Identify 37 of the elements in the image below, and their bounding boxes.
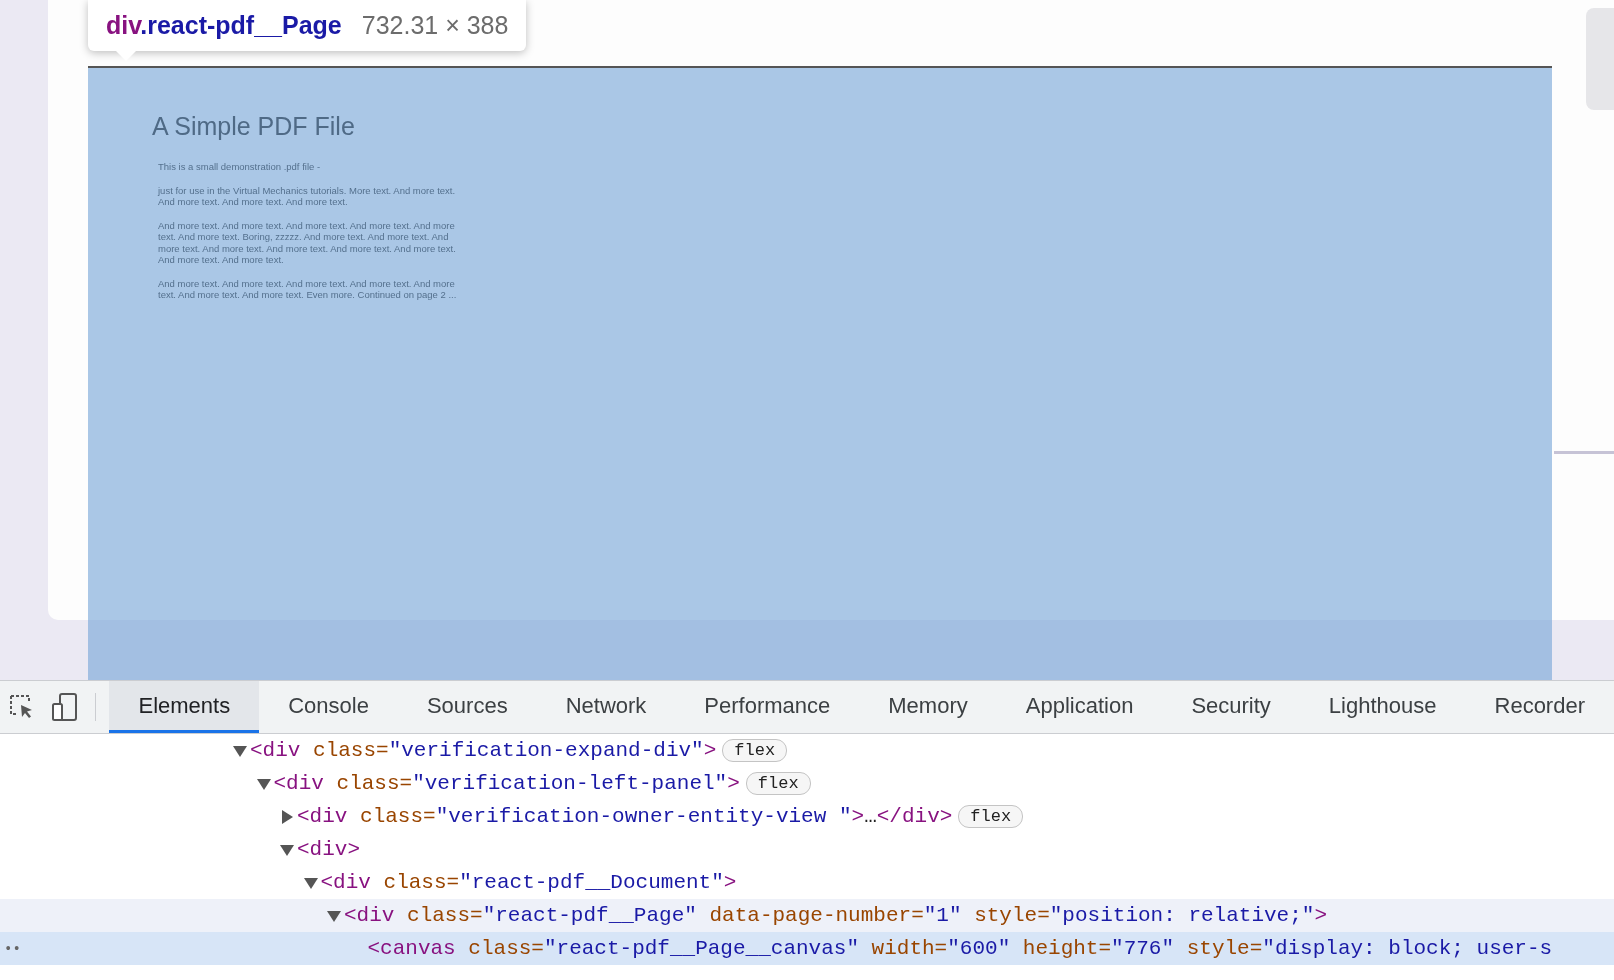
element-selector: div.react-pdf__Page — [106, 11, 342, 40]
dom-node-code[interactable]: <div class="verification-expand-div"> — [250, 739, 717, 762]
dom-node-code[interactable]: <canvas class="react-pdf__Page__canvas" width="600" height="776" style="display: block; user-s — [367, 937, 1553, 960]
pdf-title: A Simple PDF File — [152, 112, 355, 141]
dom-node-row[interactable]: <div class="react-pdf__Page" data-page-number="1" style="position: relative;"> — [0, 899, 1614, 932]
flex-badge[interactable]: flex — [958, 805, 1024, 828]
pdf-paragraph: And more text. And more text. And more text. And more text. And more text. And more text. Boring, zzzzz. And more text. And more text. And more text. And more text. And more text. And more text. And more text. And more text. And more text. — [158, 219, 457, 266]
dom-node-row[interactable]: <div class="react-pdf__Document"> — [0, 866, 1614, 899]
devtools-tab[interactable]: Network — [536, 681, 676, 733]
dom-node-code[interactable]: <div> — [297, 838, 360, 861]
devtools-tab[interactable]: Memory — [859, 681, 997, 733]
dom-node-row[interactable]: •• <canvas class="react-pdf__Page__canvas" width="600" height="776" style="display: block; user-s — [0, 932, 1614, 965]
devtools-tab[interactable]: Performance — [675, 681, 860, 733]
devtools-tab[interactable]: Sources — [397, 681, 537, 733]
pdf-paragraph: This is a small demonstration .pdf file - — [158, 161, 322, 173]
pdf-paragraph: And more text. And more text. And more text. And more text. And more text. And more text. And more text. Even more. Continued on page 2 ... — [158, 277, 458, 301]
devtools-tab[interactable]: Recorder — [1465, 681, 1614, 733]
flex-badge[interactable]: flex — [745, 772, 811, 795]
dom-node-row[interactable]: <div class="verification-owner-entity-view ">…</div> flex — [0, 800, 1614, 833]
dom-node-row[interactable]: <div> — [0, 833, 1614, 866]
dom-node-code[interactable]: <div class="verification-owner-entity-view ">…</div> — [297, 805, 953, 828]
row-ellipsis[interactable]: •• — [4, 940, 34, 957]
flex-badge[interactable]: flex — [722, 739, 788, 762]
pdf-paragraph: just for use in the Virtual Mechanics tutorials. More text. And more text. And more text. And more text. And more text. — [158, 184, 457, 208]
devtools-tab[interactable]: Elements — [109, 681, 260, 733]
collapsed-triangle-icon[interactable] — [279, 808, 295, 825]
devtools-tab[interactable]: Application — [996, 681, 1163, 733]
dom-node-code[interactable]: <div class="react-pdf__Page" data-page-number="1" style="position: relative;"> — [344, 904, 1328, 927]
dom-node-code[interactable]: <div class="react-pdf__Document"> — [320, 871, 737, 894]
dom-node-code[interactable]: <div class="verification-left-panel"> — [273, 772, 740, 795]
devtools-tab[interactable]: Lighthouse — [1299, 681, 1466, 733]
dom-node-row[interactable]: <div class="verification-left-panel"> flex — [0, 767, 1614, 800]
devtools-tab[interactable]: Security — [1162, 681, 1300, 733]
devtools-tab[interactable]: Console — [259, 681, 398, 733]
element-size: 732.31 × 388 — [361, 11, 509, 40]
dom-node-row[interactable]: <div class="verification-expand-div"> flex — [0, 734, 1614, 767]
device-toggle-icon[interactable] — [50, 692, 80, 722]
